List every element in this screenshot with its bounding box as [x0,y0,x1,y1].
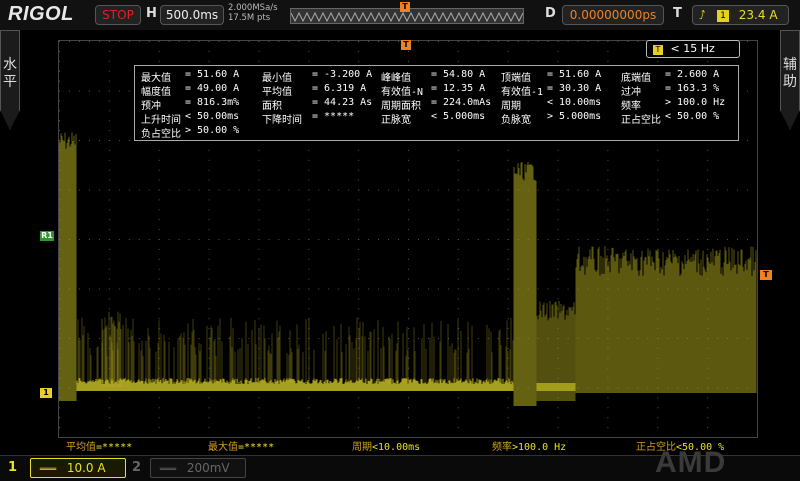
channel2-scale: 200mV [186,461,230,475]
trigger-level-value: 23.4 A [738,8,778,22]
strip-label: 周期 [352,442,372,453]
measurement-value: > 100.0 Hz [665,97,726,108]
measurement-value: = 51.60 A [185,69,240,80]
measurement-label: 上升时间 [141,115,181,126]
strip-measurement: 平均值=***** [66,438,132,453]
measurement-value: = 49.00 A [185,83,240,94]
measurement-value: = 224.0mAs [431,97,492,108]
measurement-label: 幅度值 [141,87,171,98]
strip-measurement: 周期<10.00ms [352,438,420,453]
measurement-value: > 50.00 % [185,125,240,136]
measurement-value: = 6.319 A [312,83,367,94]
measurement-label: 下降时间 [262,115,302,126]
measurement-label: 正占空比 [621,115,661,126]
measurement-label: 面积 [262,101,282,112]
horizontal-menu-tab[interactable]: 水平 [0,30,20,130]
measurement-label: 底端值 [621,73,651,84]
measurement-value: = 816.3m% [185,97,240,108]
strip-measurement: 最大值=***** [208,438,274,453]
channel1-number[interactable]: 1 [8,460,17,475]
strip-value: >100.0 Hz [512,442,567,453]
trigger-frequency-box: T < 15 Hz [646,40,740,58]
measurement-value: = 54.80 A [431,69,486,80]
trigger-level-marker[interactable]: T [760,270,772,280]
measurement-label: 峰峰值 [381,73,411,84]
measurement-label: 有效值-1 [501,87,544,98]
delay-label: D [545,6,556,21]
measurement-label: 正脉宽 [381,115,411,126]
trigger-frequency-value: < 15 Hz [670,42,715,55]
trigger-source-icon: 1 [716,9,729,22]
measurement-label: 周期面积 [381,101,421,112]
strip-value: =***** [96,442,133,453]
run-stop-status[interactable]: STOP [95,5,141,25]
measurement-value: < 5.000ms [431,111,486,122]
sample-rate: 2.000MSa/s [228,3,278,13]
memory-points: 17.5M pts [228,13,271,23]
measurement-value: = 2.600 A [665,69,720,80]
measurement-label: 预冲 [141,101,161,112]
measurement-label: 最大值 [141,73,171,84]
utility-menu-tab[interactable]: 辅助 [780,30,800,130]
measurement-value: < 10.00ms [547,97,602,108]
measurement-panel: 最大值 = 51.60 A 最小值 = -3.200 A 峰峰值 = 54.80 A 顶端值… [134,65,739,141]
measurement-value: < 50.00ms [185,111,240,122]
strip-label: 最大值 [208,442,238,453]
measurement-value: = 44.23 As [312,97,373,108]
channel2-scale-box[interactable]: ═══ 200mV [150,458,246,478]
strip-value: <10.00ms [372,442,421,453]
measurement-label: 过冲 [621,87,641,98]
channel2-number[interactable]: 2 [132,460,141,475]
strip-measurement: 频率>100.0 Hz [492,438,566,453]
channel1-scale-box[interactable]: ═══ 10.0 A [30,458,126,478]
utility-menu-label: 辅助 [783,57,797,90]
trigger-settings[interactable]: ⭜ 1 23.4 A [692,5,789,25]
channel1-scale: 10.0 A [66,461,106,475]
strip-label: 平均值 [66,442,96,453]
dc-coupling-icon: ═══ [159,465,177,475]
horizontal-label: H [146,6,157,21]
rising-edge-icon: ⭜ [699,8,706,22]
trigger-label: T [673,6,682,21]
brand-logo: RIGOL [8,3,74,25]
trigger-position-icon: T [400,2,410,12]
measurement-label: 有效值-N [381,87,424,98]
timebase-value[interactable]: 500.0ms [160,5,224,25]
measurement-value: = 12.35 A [431,83,486,94]
sample-rate-info: 2.000MSa/s 17.5M pts [228,3,278,23]
measurement-label: 负占空比 [141,129,181,140]
trigger-position-marker[interactable]: T [401,40,411,50]
strip-label: 频率 [492,442,512,453]
strip-value: =***** [238,442,275,453]
measurement-label: 平均值 [262,87,292,98]
measurement-value: < 50.00 % [665,111,720,122]
measurement-value: = 51.60 A [547,69,602,80]
measurement-label: 周期 [501,101,521,112]
measurement-value: = 30.30 A [547,83,602,94]
horizontal-menu-label: 水平 [3,57,17,90]
measurement-value: > 5.000ms [547,111,602,122]
channel1-ground-marker[interactable]: 1 [40,388,52,398]
reference-marker[interactable]: R1 [40,231,54,241]
measurement-label: 负脉宽 [501,115,531,126]
trigger-delay-value[interactable]: 0.00000000ps [562,5,664,25]
trigger-freq-icon: T [653,45,663,55]
measurement-label: 最小值 [262,73,292,84]
dc-coupling-icon: ═══ [39,465,57,475]
measurement-value: = -3.200 A [312,69,373,80]
measurement-value: = ***** [312,111,355,122]
measurement-strip: 平均值=***** 最大值=***** 周期<10.00ms 频率>100.0 Hz 正… [58,437,756,453]
watermark-logo: AMD [655,446,727,479]
memory-waveform-preview [290,11,524,23]
measurement-value: = 163.3 % [665,83,720,94]
measurement-label: 顶端值 [501,73,531,84]
measurement-label: 频率 [621,101,641,112]
